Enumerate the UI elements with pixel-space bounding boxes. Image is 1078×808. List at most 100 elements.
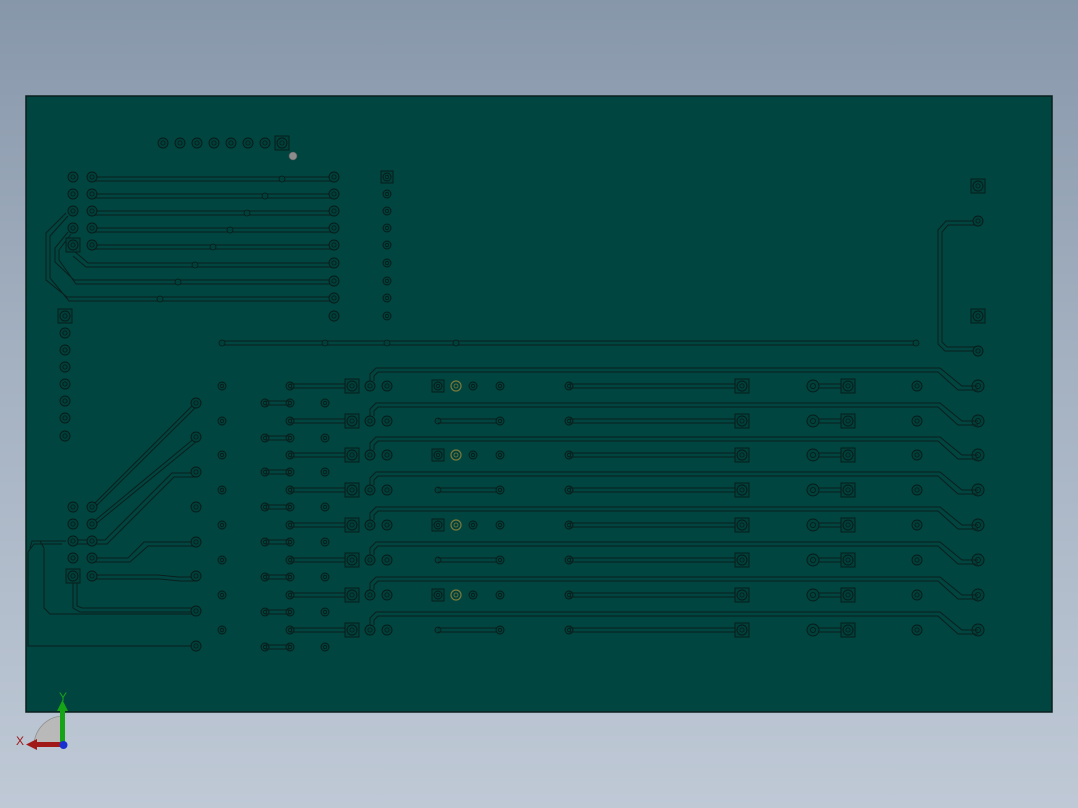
pad — [190, 570, 202, 582]
pad — [260, 642, 270, 652]
pad — [217, 450, 227, 460]
pad — [86, 570, 98, 582]
pad — [217, 485, 227, 495]
pad — [59, 430, 71, 442]
pad — [320, 607, 330, 617]
pad — [972, 180, 984, 192]
pad — [191, 137, 203, 149]
pad — [328, 275, 340, 287]
graphics-viewport[interactable]: Y X — [0, 0, 1078, 808]
pad — [564, 416, 574, 426]
pad — [285, 416, 295, 426]
pcb-board[interactable] — [25, 95, 1053, 713]
pad — [842, 380, 854, 392]
pad — [328, 310, 340, 322]
pad — [806, 588, 820, 602]
pad — [842, 519, 854, 531]
accent-pad — [450, 449, 462, 461]
via — [209, 243, 217, 251]
pad — [806, 379, 820, 393]
via — [383, 339, 391, 347]
pad — [217, 520, 227, 530]
pad — [225, 137, 237, 149]
pad — [364, 624, 376, 636]
pad — [285, 625, 295, 635]
pad — [382, 189, 392, 199]
pad — [806, 623, 820, 637]
pad — [320, 537, 330, 547]
pcb-model-view[interactable]: Y X — [0, 0, 1078, 808]
x-axis-arrow — [34, 742, 62, 747]
pad — [381, 415, 393, 427]
pad — [320, 398, 330, 408]
pad — [285, 467, 295, 477]
pad — [285, 520, 295, 530]
pad — [564, 625, 574, 635]
x-axis-arrowhead — [26, 739, 37, 750]
fiducial-mark — [288, 151, 298, 161]
pad — [190, 466, 202, 478]
pad — [260, 607, 270, 617]
pad — [381, 380, 393, 392]
via — [912, 339, 920, 347]
pad — [736, 380, 748, 392]
pad — [495, 555, 505, 565]
pad — [217, 625, 227, 635]
pad — [86, 518, 98, 530]
pad — [972, 345, 984, 357]
pad — [382, 293, 392, 303]
pad — [806, 414, 820, 428]
pad — [381, 589, 393, 601]
pad — [59, 361, 71, 373]
pad — [736, 519, 748, 531]
via — [261, 192, 269, 200]
pad — [842, 484, 854, 496]
pad — [381, 554, 393, 566]
pad — [242, 137, 254, 149]
pad — [285, 555, 295, 565]
pad — [346, 380, 358, 392]
pad — [67, 222, 79, 234]
pad — [495, 450, 505, 460]
via — [452, 339, 460, 347]
pad — [86, 188, 98, 200]
pad — [285, 502, 295, 512]
pad — [468, 590, 478, 600]
pad — [346, 449, 358, 461]
pad — [495, 520, 505, 530]
z-axis-dot — [59, 741, 68, 749]
pad — [328, 257, 340, 269]
pad — [320, 642, 330, 652]
pad — [433, 381, 443, 391]
pad — [364, 380, 376, 392]
pad — [285, 642, 295, 652]
pad — [190, 397, 202, 409]
pad — [217, 555, 227, 565]
pad — [67, 205, 79, 217]
pad — [285, 607, 295, 617]
pad — [382, 276, 392, 286]
pad — [285, 537, 295, 547]
via — [174, 278, 182, 286]
via — [156, 295, 164, 303]
pad — [285, 450, 295, 460]
pad — [364, 519, 376, 531]
pad — [346, 415, 358, 427]
pad — [381, 484, 393, 496]
pad — [217, 416, 227, 426]
pad — [364, 484, 376, 496]
pad — [260, 572, 270, 582]
pad — [495, 625, 505, 635]
pad — [468, 381, 478, 391]
pad — [468, 450, 478, 460]
pad — [59, 310, 71, 322]
pad — [285, 485, 295, 495]
pad — [842, 554, 854, 566]
pad — [364, 449, 376, 461]
pad — [736, 415, 748, 427]
pad — [364, 415, 376, 427]
triad-plane-icon — [33, 715, 63, 746]
pad — [382, 240, 392, 250]
pad — [972, 310, 984, 322]
pad — [382, 311, 392, 321]
